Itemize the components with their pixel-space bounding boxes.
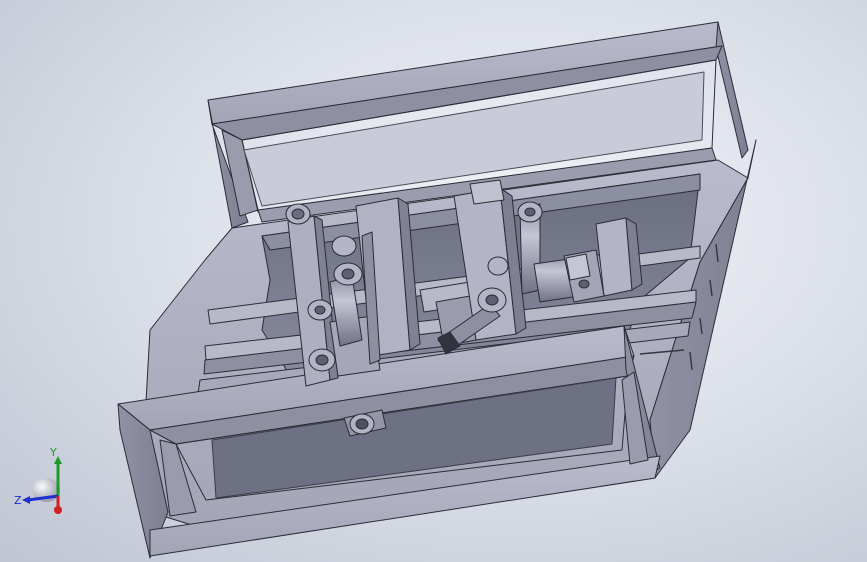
z-axis-label: Z	[14, 494, 22, 507]
graphics-viewport[interactable]: Y Z	[0, 0, 867, 562]
reference-triad[interactable]: Y Z	[12, 442, 76, 522]
y-axis-label: Y	[49, 446, 57, 459]
cad-model[interactable]	[0, 0, 867, 562]
